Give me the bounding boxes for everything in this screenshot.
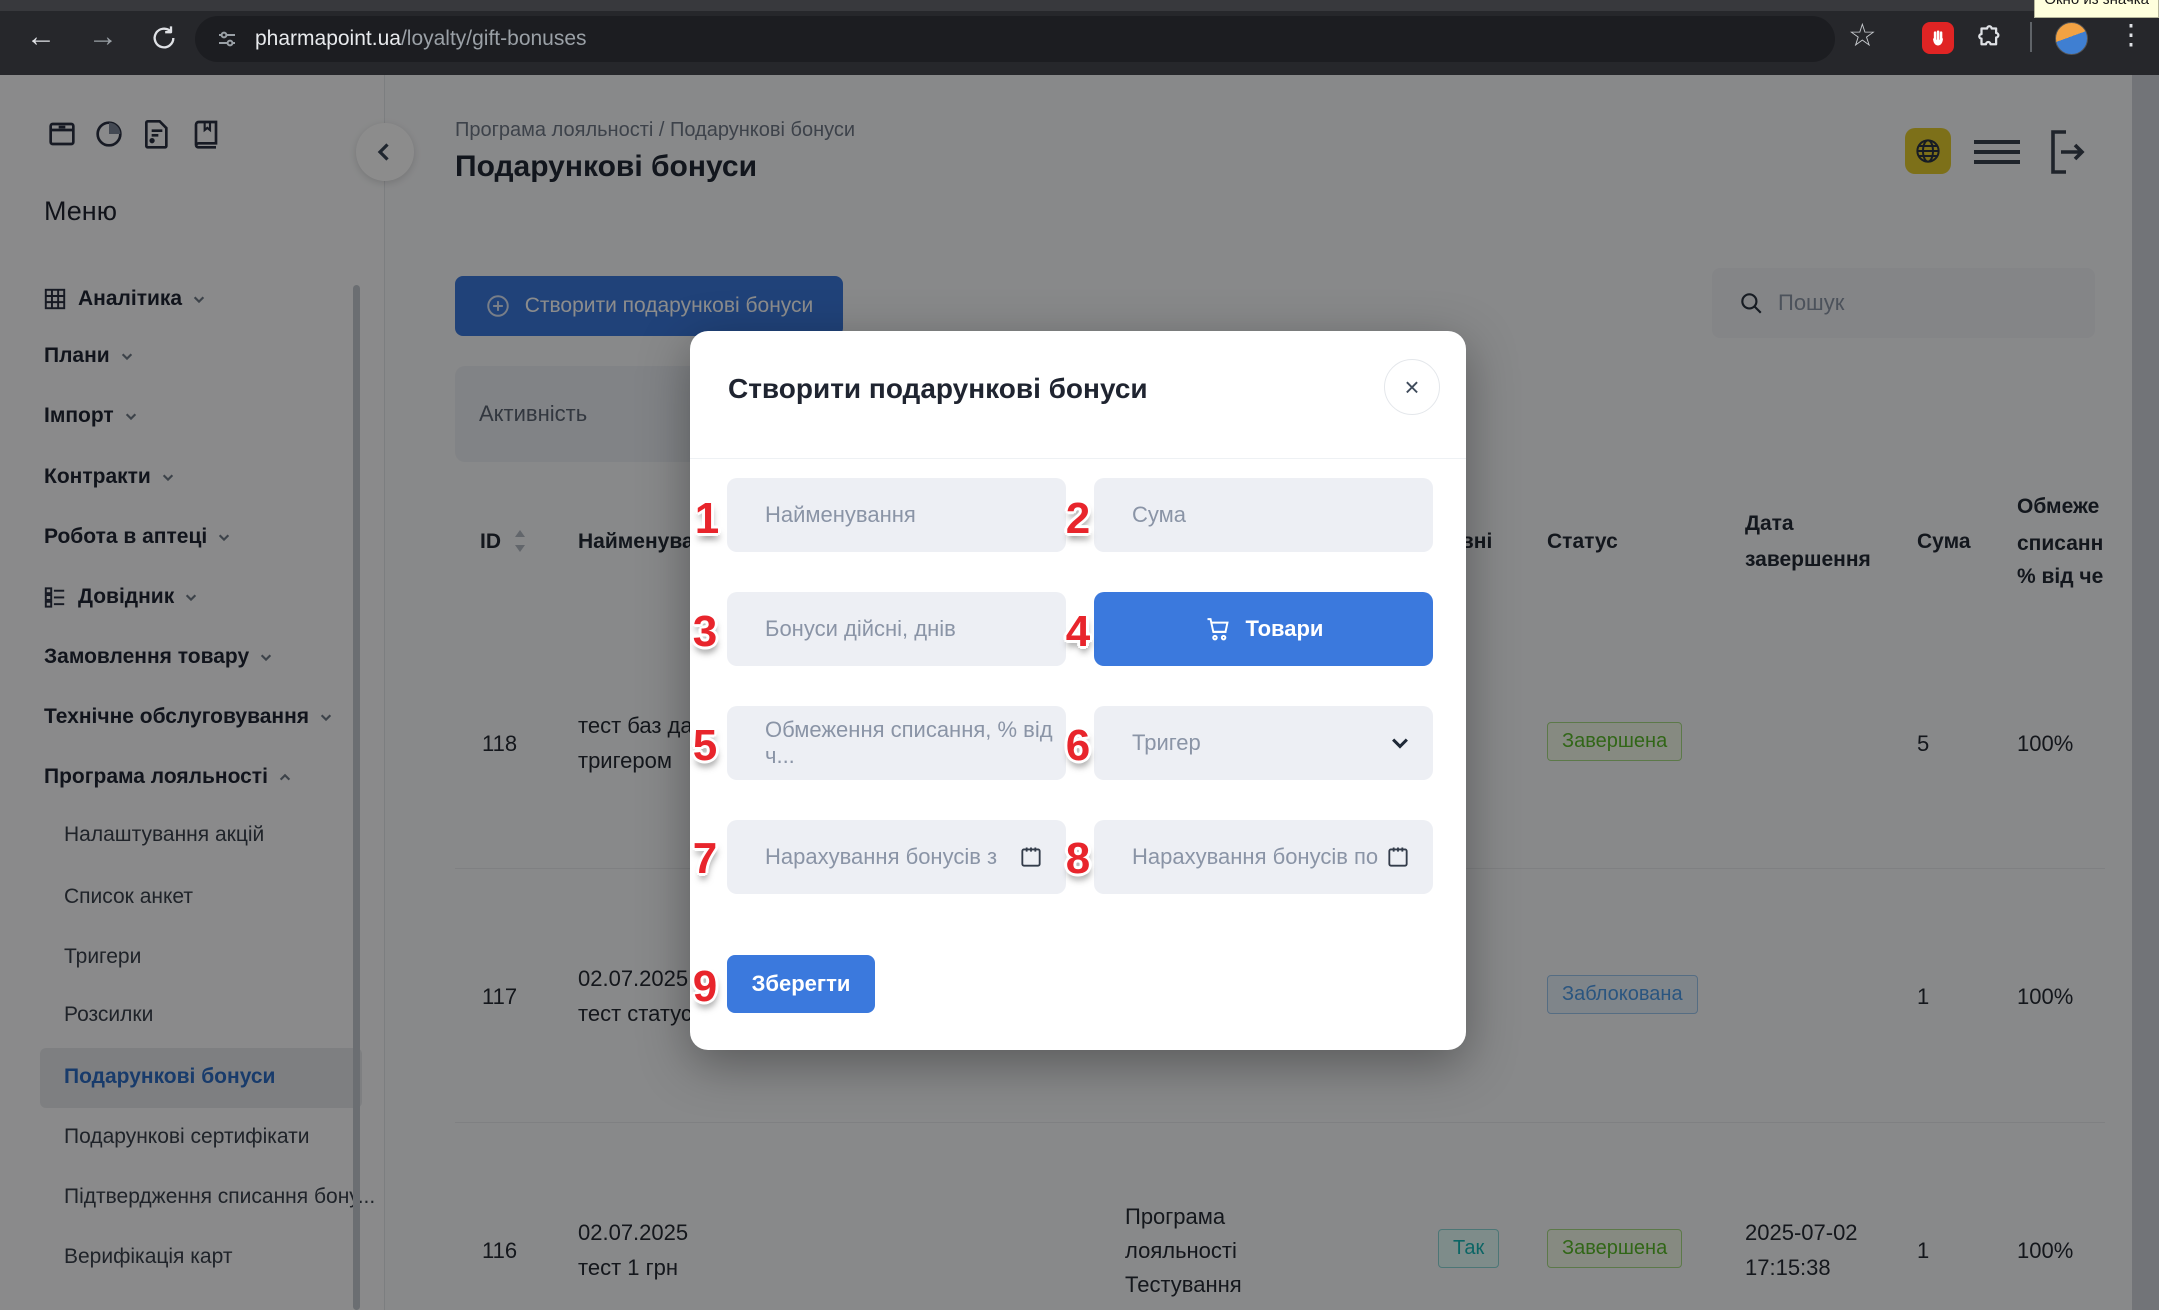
annotation-marker-5: 5 <box>693 721 717 771</box>
screenshot-stage: ← → pharmapoint.ua/loyalty/gift-bonuses … <box>0 0 2159 1310</box>
modal-close-button[interactable]: × <box>1384 359 1440 415</box>
address-bar[interactable]: pharmapoint.ua/loyalty/gift-bonuses <box>195 16 1835 62</box>
site-info-icon[interactable] <box>215 27 239 51</box>
annotation-marker-8: 8 <box>1066 834 1090 884</box>
annotation-marker-2: 2 <box>1066 494 1090 544</box>
browser-menu-icon[interactable]: ⋮ <box>2117 20 2145 50</box>
create-gift-bonuses-modal: Створити подарункові бонуси × Найменуван… <box>690 331 1466 1050</box>
url-host: pharmapoint.ua <box>255 27 401 51</box>
bookmark-star-icon[interactable]: ☆ <box>1848 20 1877 50</box>
bonus-days-field[interactable]: Бонуси дійсні, днів <box>727 592 1066 666</box>
back-icon[interactable]: ← <box>26 22 56 52</box>
profile-avatar[interactable] <box>2055 22 2088 55</box>
chevron-down-icon <box>1389 732 1411 754</box>
accrual-from-date-field[interactable]: Нарахування бонусів з <box>727 820 1066 894</box>
calendar-icon <box>1385 844 1411 870</box>
annotation-marker-4: 4 <box>1066 607 1090 657</box>
annotation-marker-6: 6 <box>1066 721 1090 771</box>
reload-icon[interactable] <box>150 24 178 52</box>
sum-field[interactable]: Сума <box>1094 478 1433 552</box>
modal-title: Створити подарункові бонуси <box>728 373 1148 405</box>
annotation-marker-9: 9 <box>693 962 717 1012</box>
accrual-to-date-field[interactable]: Нарахування бонусів по <box>1094 820 1433 894</box>
trigger-select[interactable]: Тригер <box>1094 706 1433 780</box>
name-field[interactable]: Найменування <box>727 478 1066 552</box>
cart-icon <box>1204 615 1232 643</box>
url-path: /loyalty/gift-bonuses <box>401 27 587 51</box>
save-button[interactable]: Зберегти <box>727 955 875 1013</box>
adblock-icon[interactable] <box>1922 22 1954 54</box>
annotation-marker-3: 3 <box>693 607 717 657</box>
extensions-puzzle-icon[interactable] <box>1977 24 2004 51</box>
close-icon: × <box>1404 372 1419 403</box>
toolbar-divider <box>2030 22 2032 52</box>
products-button[interactable]: Товари <box>1094 592 1433 666</box>
calendar-icon <box>1018 844 1044 870</box>
writeoff-limit-field[interactable]: Обмеження списання, % від ч... <box>727 706 1066 780</box>
forward-icon[interactable]: → <box>88 22 118 52</box>
annotation-marker-7: 7 <box>693 834 717 884</box>
annotation-marker-1: 1 <box>695 494 719 544</box>
browser-toolbar: ← → pharmapoint.ua/loyalty/gift-bonuses … <box>0 0 2159 75</box>
modal-divider <box>690 458 1466 459</box>
tab-strip <box>0 0 2159 11</box>
extension-tooltip: Окно из значка <box>2034 0 2159 18</box>
